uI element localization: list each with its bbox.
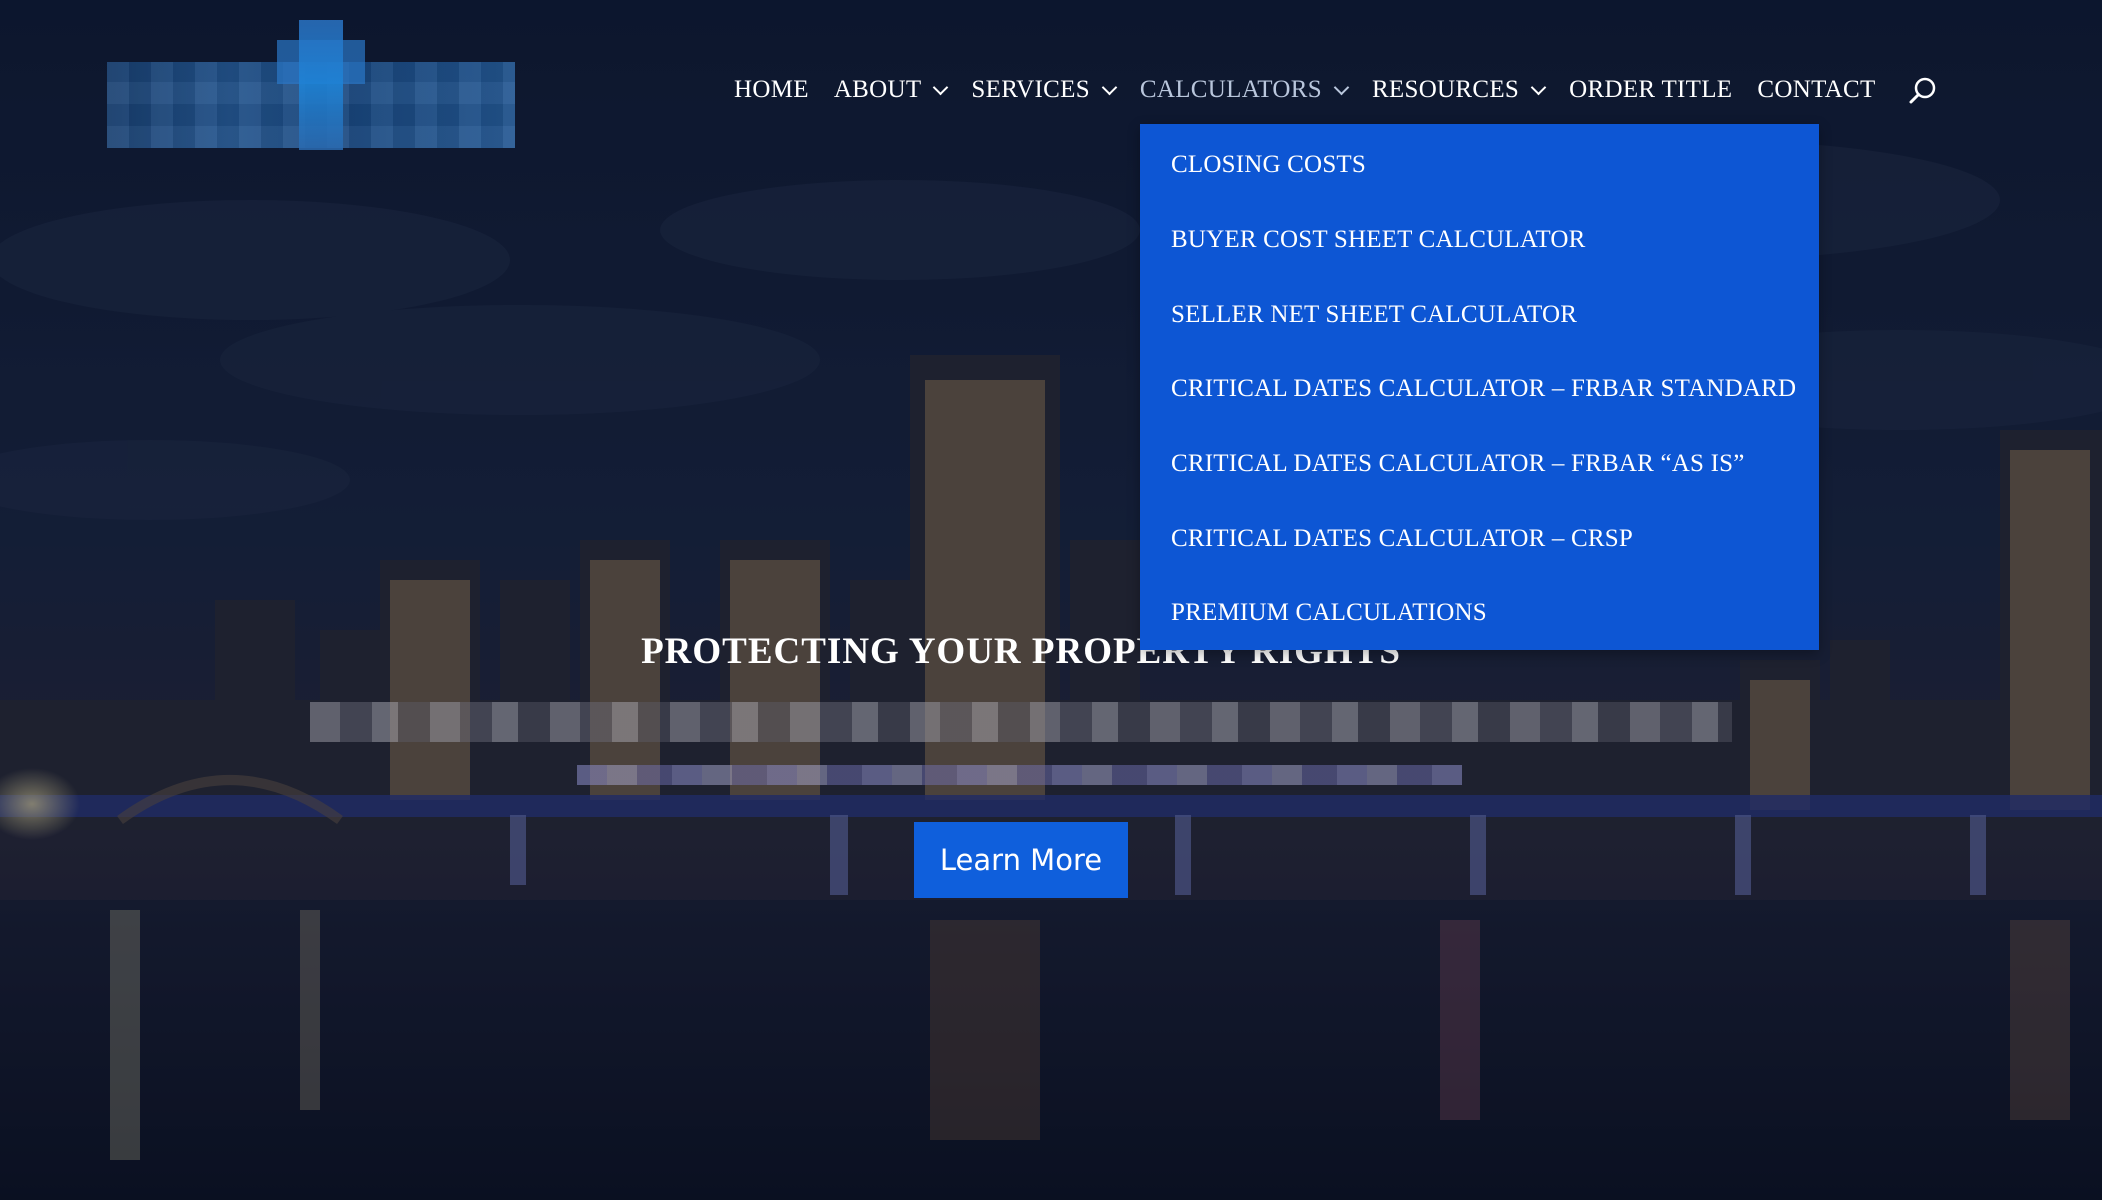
chevron-down-icon: [1333, 79, 1350, 95]
nav-label: CONTACT: [1757, 76, 1876, 103]
chevron-down-icon: [933, 79, 949, 95]
chevron-down-icon: [1530, 79, 1547, 95]
dropdown-item-critical-dates-crsp[interactable]: CRITICAL DATES CALCULATOR – CRSP: [1171, 525, 1633, 553]
dropdown-item-critical-dates-frbar-as-is[interactable]: CRITICAL DATES CALCULATOR – FRBAR “AS IS…: [1171, 450, 1745, 478]
dropdown-item-seller-net-sheet[interactable]: SELLER NET SHEET CALCULATOR: [1171, 301, 1577, 329]
nav-item-about[interactable]: ABOUT: [833, 76, 949, 104]
nav-label: ORDER TITLE: [1569, 76, 1733, 103]
calculators-dropdown: CLOSING COSTS BUYER COST SHEET CALCULATO…: [1140, 124, 1819, 650]
search-icon[interactable]: [1908, 76, 1938, 106]
logo-mark-vertical: [299, 20, 343, 150]
nav-item-services[interactable]: SERVICES: [971, 76, 1118, 104]
nav-item-resources[interactable]: RESOURCES: [1371, 76, 1547, 104]
learn-more-button[interactable]: Learn More: [914, 822, 1128, 898]
nav-label: RESOURCES: [1371, 76, 1520, 103]
dropdown-item-buyer-cost-sheet[interactable]: BUYER COST SHEET CALCULATOR: [1171, 226, 1585, 254]
dropdown-item-critical-dates-frbar-standard[interactable]: CRITICAL DATES CALCULATOR – FRBAR STANDA…: [1171, 375, 1796, 403]
dropdown-item-premium-calculations[interactable]: PREMIUM CALCULATIONS: [1171, 599, 1487, 627]
nav-item-home[interactable]: HOME: [734, 76, 809, 104]
nav-label: ABOUT: [833, 76, 922, 103]
chevron-down-icon: [1101, 79, 1118, 95]
site-logo[interactable]: [107, 20, 515, 150]
main-nav: HOME ABOUT SERVICES CALCULATORS RESOURCE…: [734, 70, 1901, 110]
nav-label: HOME: [734, 76, 809, 103]
nav-item-contact[interactable]: CONTACT: [1757, 76, 1875, 104]
nav-label: CALCULATORS: [1139, 76, 1322, 103]
hero-subtitle-redacted: [310, 702, 1732, 742]
nav-label: SERVICES: [971, 76, 1090, 103]
nav-item-order-title[interactable]: ORDER TITLE: [1569, 76, 1732, 104]
hero-subtitle-redacted: [577, 765, 1462, 785]
dropdown-item-closing-costs[interactable]: CLOSING COSTS: [1171, 151, 1366, 179]
nav-item-calculators[interactable]: CALCULATORS: [1139, 76, 1350, 104]
